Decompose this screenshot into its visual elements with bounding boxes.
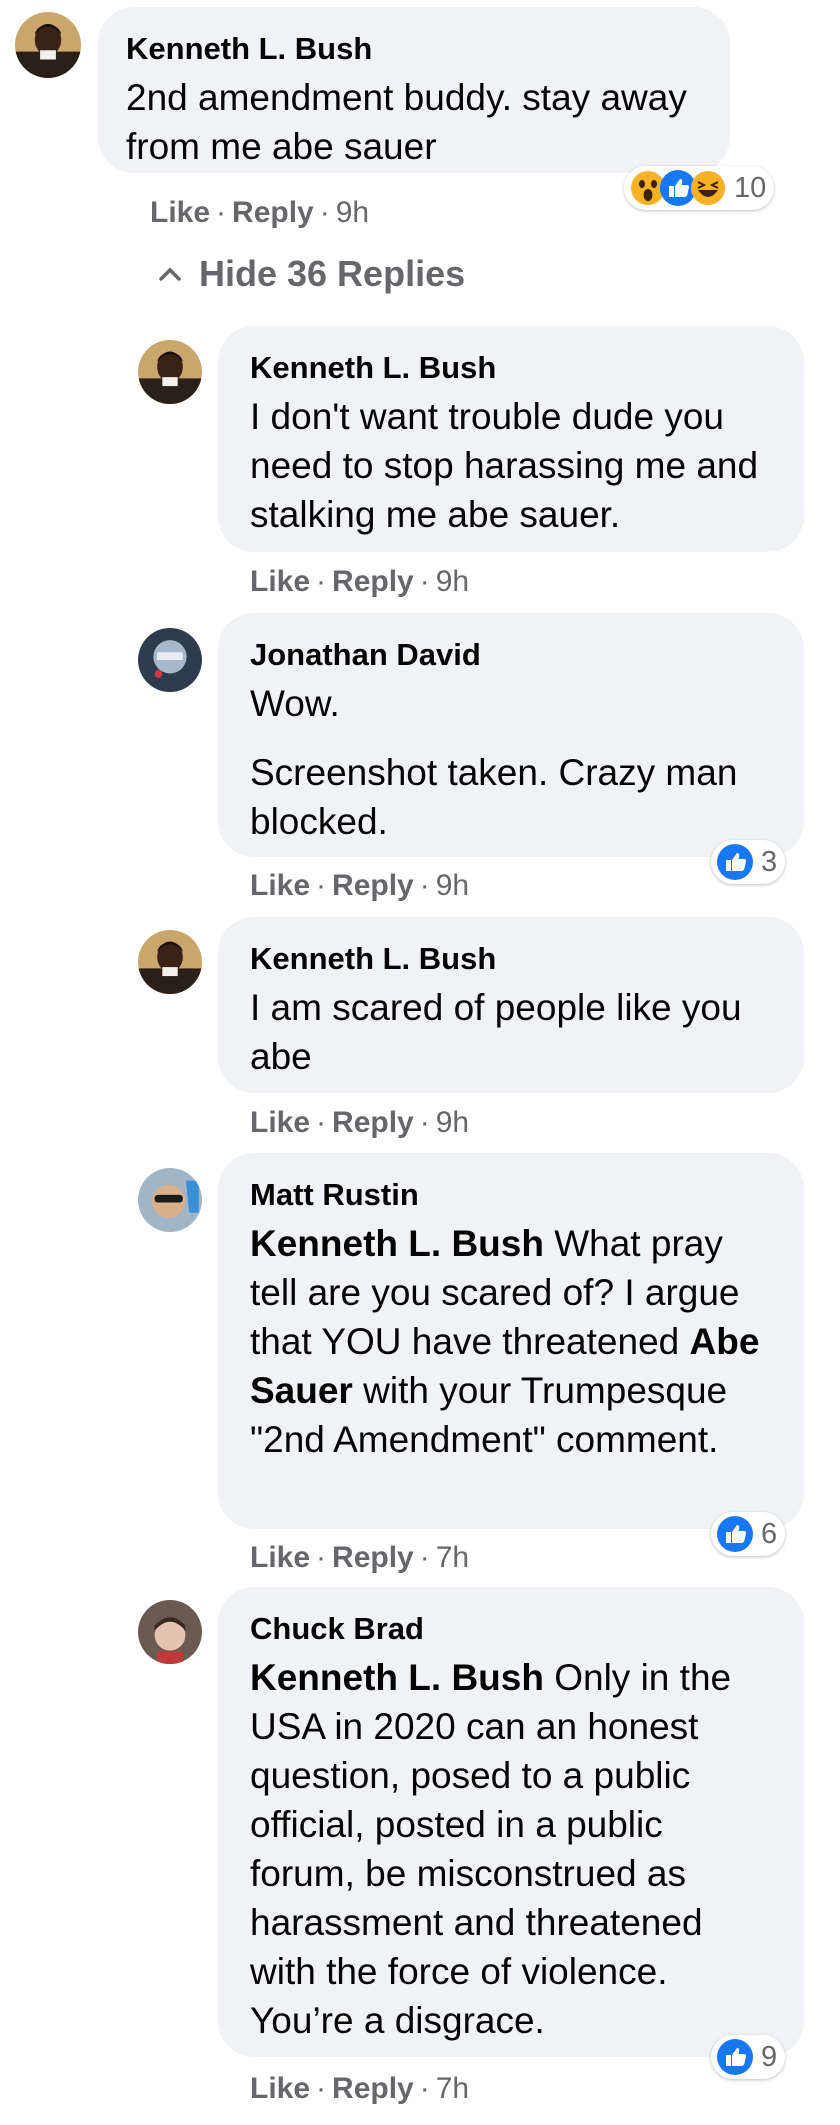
like-link[interactable]: Like [250,1541,310,1574]
comment-timestamp[interactable]: 7h [436,2072,469,2105]
mention-link[interactable]: Kenneth L. Bush [250,1223,544,1264]
like-link[interactable]: Like [250,1106,310,1139]
reply-link[interactable]: Reply [332,1541,414,1574]
comment-text: Kenneth L. Bush Only in the USA in 2020 … [250,1653,776,2045]
kenneth-avatar[interactable] [138,340,202,404]
hide-replies-label: Hide 36 Replies [199,253,466,294]
comment-timestamp[interactable]: 9h [436,869,469,902]
comment-author[interactable]: Kenneth L. Bush [126,31,702,67]
reaction-count: 3 [761,845,778,878]
reply-link[interactable]: Reply [332,2072,414,2105]
mention-link[interactable]: Kenneth L. Bush [250,1657,544,1698]
comment-bubble: Kenneth L. Bush I don't want trouble dud… [218,326,804,552]
comment-author[interactable]: Kenneth L. Bush [250,941,776,977]
comment-timestamp[interactable]: 7h [436,1541,469,1574]
reaction-count: 9 [761,2040,778,2073]
comment-timestamp[interactable]: 9h [436,1106,469,1139]
comment-line: Screenshot taken. Crazy man blocked. [250,752,738,842]
kenneth-avatar[interactable] [15,12,81,78]
like-reaction-icon [717,844,753,880]
comment-text: Wow. Screenshot taken. Crazy man blocked… [250,679,776,846]
comment-actions: Like · Reply · 9h [250,1106,470,1139]
comment-timestamp[interactable]: 9h [436,565,469,598]
matt-avatar[interactable] [138,1168,202,1232]
hide-replies-toggle[interactable]: Hide 36 Replies [155,253,465,295]
like-link[interactable]: Like [250,565,310,598]
reply-link[interactable]: Reply [232,196,314,229]
comment-author[interactable]: Jonathan David [250,637,776,673]
comment-actions: Like · Reply · 7h [250,2072,470,2105]
like-link[interactable]: Like [250,2072,310,2105]
comment-author[interactable]: Chuck Brad [250,1611,776,1647]
comment-text: I don't want trouble dude you need to st… [250,396,759,535]
jonathan-avatar[interactable] [138,628,202,692]
comment-bubble: Matt Rustin Kenneth L. Bush What pray te… [218,1153,804,1529]
comment-text: 2nd amendment buddy. stay away from me a… [126,77,687,167]
haha-reaction-icon [691,171,725,205]
like-reaction-icon [717,2039,753,2075]
reaction-count: 6 [761,1517,778,1550]
comment-timestamp[interactable]: 9h [336,196,369,229]
comment-text: I am scared of people like you abe [250,987,742,1077]
comment-text-segment: Only in the USA in 2020 can an honest qu… [250,1657,732,2041]
comment-author[interactable]: Matt Rustin [250,1177,776,1213]
comment-actions: Like · Reply · 9h [250,869,470,902]
comment-actions: Like · Reply · 7h [250,1541,470,1574]
comment-bubble: Kenneth L. Bush 2nd amendment buddy. sta… [98,7,730,173]
reaction-count: 10 [734,171,767,204]
reaction-summary[interactable]: 3 [711,840,786,884]
reply-link[interactable]: Reply [332,565,414,598]
comment-line: Wow. [250,683,340,724]
chevron-up-icon [159,267,181,281]
reaction-summary[interactable]: 9 [711,2035,786,2079]
reply-link[interactable]: Reply [332,869,414,902]
like-link[interactable]: Like [250,869,310,902]
comment-bubble: Jonathan David Wow. Screenshot taken. Cr… [218,613,804,857]
comment-bubble: Chuck Brad Kenneth L. Bush Only in the U… [218,1587,804,2057]
like-reaction-icon [717,1516,753,1552]
comment-text: Kenneth L. Bush What pray tell are you s… [250,1219,776,1464]
comment-actions: Like · Reply · 9h [150,196,370,229]
comment-author[interactable]: Kenneth L. Bush [250,350,776,386]
reaction-summary[interactable]: 10 [624,166,775,210]
kenneth-avatar[interactable] [138,930,202,994]
chuck-avatar[interactable] [138,1600,202,1664]
comment-bubble: Kenneth L. Bush I am scared of people li… [218,917,804,1093]
comment-actions: Like · Reply · 9h [250,565,470,598]
reply-link[interactable]: Reply [332,1106,414,1139]
reaction-summary[interactable]: 6 [711,1512,786,1556]
like-link[interactable]: Like [150,196,210,229]
